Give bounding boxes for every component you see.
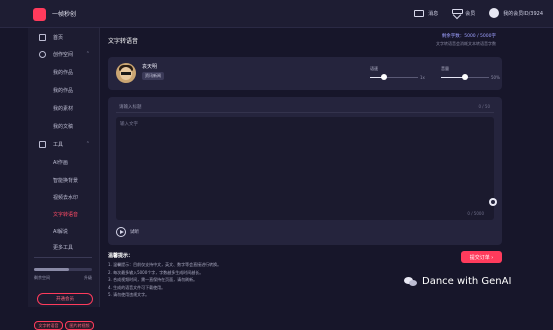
- tips-title: 温馨提示：: [108, 253, 134, 259]
- home-icon: [39, 33, 46, 41]
- volume-slider[interactable]: [441, 74, 489, 80]
- volume-slider-handle[interactable]: [462, 74, 468, 80]
- tip-item: 4. 生成的语音文件可下载使用。: [108, 284, 166, 290]
- sidebar-subitem-more-tools[interactable]: 更多工具: [53, 244, 73, 251]
- tips-list: 1. 温馨提示：目前仅支持中文，英文、数字等会直接进行转换。 2. 每次最多输入…: [108, 261, 221, 299]
- app-name: 一帧秒创: [52, 11, 77, 18]
- record-icon[interactable]: [489, 198, 497, 206]
- quota-text: 剩余字数：5000 / 5000字: [441, 34, 496, 39]
- speed-slider-handle[interactable]: [381, 74, 388, 80]
- content-char-count: 0 / 5000: [467, 211, 484, 216]
- voice-name: 袁天明: [142, 64, 158, 70]
- sidebar-subitem-works-2[interactable]: 我的作品: [53, 87, 73, 94]
- storage-progress: [34, 268, 92, 271]
- sidebar-item-label: 首页: [53, 34, 64, 41]
- avatar: [489, 8, 500, 18]
- sidebar-subitem-text-to-speech[interactable]: 文字转语音: [53, 211, 78, 218]
- chevron-up-icon: ⌃: [85, 141, 90, 147]
- quota-subtext: 文字转语音会消耗文本转语音字数: [436, 41, 496, 46]
- tip-item: 5. 请勿使用违规文字。: [108, 292, 150, 297]
- voice-avatar[interactable]: [116, 63, 136, 83]
- volume-value: 50%: [491, 75, 500, 80]
- play-icon[interactable]: [116, 227, 126, 237]
- voice-settings-card: 袁天明 资讯新闻 语速 1x 音量 50%: [108, 57, 502, 90]
- messages-button[interactable]: 消息: [414, 9, 439, 17]
- storage-upgrade-link[interactable]: 升级: [84, 275, 92, 281]
- user-label: 我的会员ID/3924: [503, 10, 543, 17]
- content-textarea[interactable]: 输入文字: [116, 117, 494, 220]
- tip-item: 1. 温馨提示：目前仅支持中文，英文、数字等会直接进行转换。: [108, 262, 222, 267]
- speed-label: 语速: [370, 66, 378, 71]
- vip-button[interactable]: 会员: [452, 9, 475, 17]
- quick-image-to-video-button[interactable]: 图片转视频: [65, 321, 94, 330]
- speed-value: 1x: [420, 75, 425, 80]
- watermark: Dance with GenAI: [404, 276, 511, 287]
- tools-icon: [39, 140, 46, 148]
- text-editor-card: 请输入标题 0 / 50 输入文字 0 / 5000 试听: [108, 97, 502, 245]
- watermark-text: Dance with GenAI: [422, 276, 512, 287]
- sidebar-subitem-bg-replace[interactable]: 智能换背景: [53, 177, 78, 184]
- title-char-count: 0 / 50: [478, 104, 490, 109]
- messages-label: 消息: [428, 10, 439, 17]
- mail-icon: [414, 9, 425, 17]
- page-title: 文字转语音: [108, 38, 139, 45]
- sidebar: 首页 创作空间 ⌃ 我的作品 我的作品 我的素材 我的文稿 工具 ⌃ AI作画 …: [28, 28, 100, 330]
- sidebar-subitem-watermark-removal[interactable]: 视频去水印: [53, 194, 78, 201]
- speed-slider[interactable]: [370, 74, 418, 80]
- top-bar: 一帧秒创 消息 会员 我的会员ID/3924: [0, 0, 553, 28]
- vip-label: 会员: [465, 10, 476, 17]
- avatar-glasses: [121, 72, 131, 75]
- chevron-up-icon: ⌃: [85, 51, 90, 57]
- sidebar-item-home[interactable]: 首页: [28, 31, 100, 43]
- sidebar-item-label: 工具: [53, 141, 64, 148]
- volume-label: 音量: [441, 66, 449, 71]
- sidebar-item-label: 创作空间: [53, 51, 74, 58]
- listen-button[interactable]: 试听: [130, 229, 139, 235]
- quick-text-to-speech-button[interactable]: 文字转语音: [34, 321, 63, 330]
- sidebar-subitem-ai-narration[interactable]: AI解说: [53, 228, 68, 235]
- sidebar-subitem-materials[interactable]: 我的素材: [53, 105, 73, 112]
- sidebar-divider: [34, 257, 92, 258]
- submit-order-button[interactable]: 提交订单 ›: [461, 251, 502, 263]
- sidebar-subitem-ai-painting[interactable]: AI作画: [53, 159, 68, 166]
- storage-progress-fill: [34, 268, 69, 271]
- upgrade-button[interactable]: 开通会员: [37, 293, 93, 305]
- sidebar-item-creation[interactable]: 创作空间 ⌃: [28, 48, 100, 60]
- creation-icon: [39, 50, 46, 58]
- diamond-icon: [452, 9, 464, 17]
- top-right-actions: 消息 会员 我的会员ID/3924: [414, 8, 543, 18]
- storage-label: 剩余空间: [34, 275, 50, 280]
- wechat-icon: [404, 276, 418, 287]
- sidebar-subitem-scripts[interactable]: 我的文稿: [53, 123, 73, 130]
- sidebar-subitem-works[interactable]: 我的作品: [53, 69, 73, 76]
- tip-item: 2. 每次最多输入5000个字，字数越多生成时间越长。: [108, 269, 204, 275]
- storage-row: 剩余空间 升级: [34, 275, 92, 281]
- sidebar-item-tools[interactable]: 工具 ⌃: [28, 138, 100, 150]
- tip-item: 3. 合成视频时间，需一直保持在页面，请勿刷新。: [108, 277, 198, 282]
- user-menu[interactable]: 我的会员ID/3924: [489, 8, 543, 18]
- voice-tag[interactable]: 资讯新闻: [142, 72, 164, 80]
- app-logo-icon[interactable]: [33, 8, 46, 21]
- title-input[interactable]: 请输入标题: [116, 102, 494, 113]
